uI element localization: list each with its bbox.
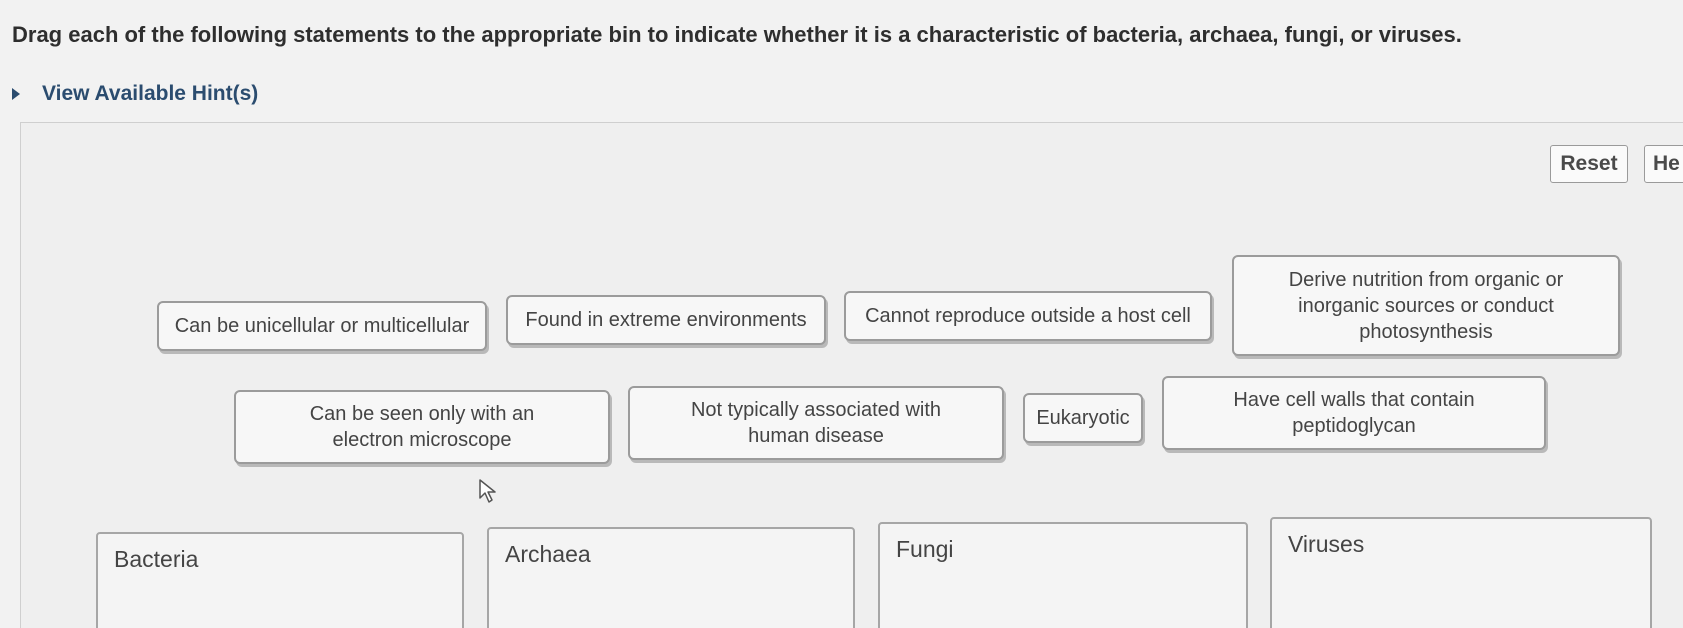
- label-tile-extreme-environments[interactable]: Found in extreme environments: [506, 295, 826, 345]
- label-tile-not-associated-human-disease[interactable]: Not typically associated with human dise…: [628, 386, 1004, 460]
- bin-fungi[interactable]: Fungi: [878, 522, 1248, 628]
- bin-label: Viruses: [1288, 531, 1365, 557]
- mouse-pointer-icon: [479, 479, 496, 503]
- label-tile-unicellular-or-multicellular[interactable]: Can be unicellular or multicellular: [157, 301, 487, 351]
- question-instruction: Drag each of the following statements to…: [12, 22, 1462, 47]
- label-tile-cell-walls-peptidoglycan[interactable]: Have cell walls that contain peptidoglyc…: [1162, 376, 1546, 450]
- reset-button[interactable]: Reset: [1550, 145, 1628, 183]
- label-tile-cannot-reproduce-outside-host[interactable]: Cannot reproduce outside a host cell: [844, 291, 1212, 341]
- view-hints-toggle[interactable]: View Available Hint(s): [12, 82, 258, 106]
- bin-archaea[interactable]: Archaea: [487, 527, 855, 628]
- bin-label: Archaea: [505, 541, 591, 567]
- help-button[interactable]: He: [1644, 145, 1683, 183]
- bin-viruses[interactable]: Viruses: [1270, 517, 1652, 628]
- bin-bacteria[interactable]: Bacteria: [96, 532, 464, 628]
- label-tile-electron-microscope[interactable]: Can be seen only with an electron micros…: [234, 390, 610, 464]
- label-tile-derive-nutrition[interactable]: Derive nutrition from organic or inorgan…: [1232, 255, 1620, 356]
- bin-label: Fungi: [896, 536, 954, 562]
- bin-label: Bacteria: [114, 546, 199, 572]
- label-tile-eukaryotic[interactable]: Eukaryotic: [1023, 393, 1143, 443]
- drag-and-drop-question: Drag each of the following statements to…: [0, 0, 1683, 628]
- view-hints-label: View Available Hint(s): [42, 82, 259, 105]
- caret-right-icon: [12, 88, 20, 100]
